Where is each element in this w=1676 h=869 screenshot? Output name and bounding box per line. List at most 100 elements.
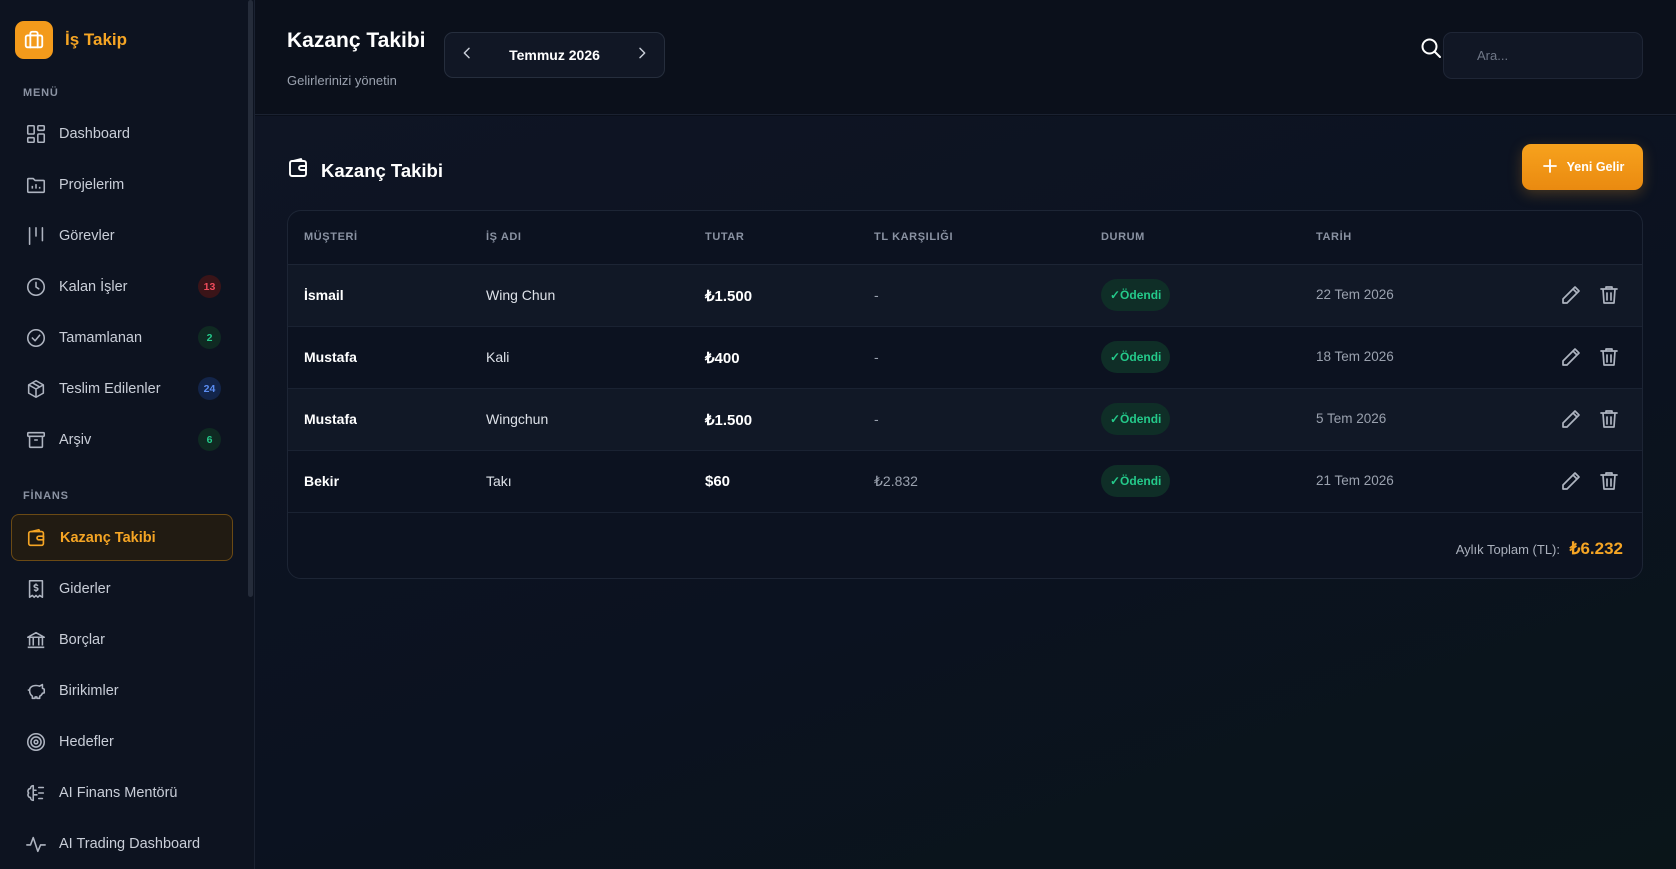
table-header: MÜŞTERİ İŞ ADI TUTAR TL KARŞILIĞI DURUM …	[288, 211, 1642, 265]
sidebar-item-projects[interactable]: Projelerim	[11, 161, 233, 208]
amount-cell: ₺400	[705, 350, 740, 367]
tl-cell: -	[874, 287, 879, 303]
sidebar-item-label: AI Trading Dashboard	[59, 835, 201, 852]
job-cell: Takı	[486, 473, 512, 489]
date-cell: 22 Tem 2026	[1316, 287, 1394, 302]
sidebar-item-expenses[interactable]: Giderler	[11, 565, 233, 612]
briefcase-icon	[15, 21, 53, 59]
brain-icon	[24, 781, 48, 805]
trash-icon[interactable]	[1596, 282, 1622, 308]
sidebar-item-label: Projelerim	[59, 176, 125, 193]
sidebar-item-label: Hedefler	[59, 733, 114, 750]
folder-chart-icon	[24, 173, 48, 197]
table-row: İsmail Wing Chun ₺1.500 - ✓Ödendi 22 Tem…	[288, 265, 1642, 327]
column-header-amount: TUTAR	[705, 231, 745, 243]
sidebar-item-label: Kalan İşler	[59, 278, 128, 295]
column-header-status: DURUM	[1101, 231, 1145, 243]
completed-count-badge: 2	[198, 326, 221, 349]
section-header: Kazanç Takibi	[287, 156, 443, 185]
chevron-right-icon[interactable]	[634, 45, 650, 66]
trash-icon[interactable]	[1596, 344, 1622, 370]
column-header-tl: TL KARŞILIĞI	[874, 231, 954, 243]
sidebar-item-goals[interactable]: Hedefler	[11, 718, 233, 765]
activity-icon	[24, 832, 48, 856]
edit-icon[interactable]	[1558, 406, 1584, 432]
sidebar-item-debts[interactable]: Borçlar	[11, 616, 233, 663]
piggy-bank-icon	[24, 679, 48, 703]
edit-icon[interactable]	[1558, 344, 1584, 370]
search-input[interactable]	[1443, 32, 1643, 79]
sidebar-item-label: Görevler	[59, 227, 115, 244]
status-badge: ✓Ödendi	[1101, 403, 1171, 435]
brand[interactable]: İş Takip	[15, 21, 127, 59]
date-cell: 5 Tem 2026	[1316, 411, 1387, 426]
archive-icon	[24, 428, 48, 452]
wallet-icon	[25, 526, 49, 550]
sidebar-item-delivered[interactable]: Teslim Edilenler 24	[11, 365, 233, 412]
sidebar-item-label: Giderler	[59, 580, 111, 597]
trash-icon[interactable]	[1596, 406, 1622, 432]
customer-cell: Bekir	[304, 473, 340, 489]
sidebar-item-earnings[interactable]: Kazanç Takibi	[11, 514, 233, 561]
date-cell: 18 Tem 2026	[1316, 349, 1394, 364]
bank-icon	[24, 628, 48, 652]
search-icon[interactable]	[1419, 36, 1443, 65]
tl-cell: -	[874, 411, 879, 427]
job-cell: Wingchun	[486, 411, 549, 427]
amount-cell: $60	[705, 473, 731, 490]
top-header: Kazanç Takibi Gelirlerinizi yönetin Temm…	[255, 0, 1676, 115]
section-title: Kazanç Takibi	[321, 159, 444, 181]
amount-cell: ₺1.500	[705, 288, 753, 305]
sidebar-item-tasks[interactable]: Görevler	[11, 212, 233, 259]
status-badge: ✓Ödendi	[1101, 279, 1171, 311]
plus-icon	[1541, 157, 1559, 178]
sidebar-item-label: Teslim Edilenler	[59, 380, 161, 397]
sidebar-item-ai-mentor[interactable]: AI Finans Mentörü	[11, 769, 233, 816]
job-cell: Wing Chun	[486, 287, 556, 303]
sidebar-item-label: Kazanç Takibi	[60, 529, 156, 546]
column-header-customer: MÜŞTERİ	[304, 231, 358, 243]
sidebar: İş Takip MENÜ Dashboard Projelerim Görev…	[0, 0, 255, 869]
income-table: MÜŞTERİ İŞ ADI TUTAR TL KARŞILIĞI DURUM …	[287, 210, 1643, 579]
page-title: Kazanç Takibi	[287, 29, 426, 52]
customer-cell: Mustafa	[304, 411, 357, 427]
archive-count-badge: 6	[198, 428, 221, 451]
package-icon	[24, 377, 48, 401]
tl-cell: ₺2.832	[874, 473, 918, 489]
sidebar-item-ai-trading[interactable]: AI Trading Dashboard	[11, 820, 233, 867]
monthly-total-value: ₺6.232	[1569, 539, 1623, 558]
dashboard-icon	[24, 122, 48, 146]
date-cell: 21 Tem 2026	[1316, 473, 1394, 488]
sidebar-item-label: Birikimler	[59, 682, 119, 699]
chevron-left-icon[interactable]	[459, 45, 475, 66]
edit-icon[interactable]	[1558, 282, 1584, 308]
customer-cell: İsmail	[304, 287, 344, 303]
sidebar-scrollbar[interactable]	[248, 0, 253, 597]
column-header-date: TARİH	[1316, 231, 1352, 243]
remaining-count-badge: 13	[198, 275, 221, 298]
amount-cell: ₺1.500	[705, 412, 753, 429]
job-cell: Kali	[486, 349, 510, 365]
finance-section-label: FİNANS	[23, 490, 69, 502]
table-row: Mustafa Wingchun ₺1.500 - ✓Ödendi 5 Tem …	[288, 389, 1642, 451]
table-row: Bekir Takı $60 ₺2.832 ✓Ödendi 21 Tem 202…	[288, 451, 1642, 513]
trash-icon[interactable]	[1596, 468, 1622, 494]
sidebar-item-archive[interactable]: Arşiv 6	[11, 416, 233, 463]
edit-icon[interactable]	[1558, 468, 1584, 494]
sidebar-item-remaining[interactable]: Kalan İşler 13	[11, 263, 233, 310]
menu-section-label: MENÜ	[23, 87, 59, 99]
status-badge: ✓Ödendi	[1101, 341, 1171, 373]
check-circle-icon	[24, 326, 48, 350]
main-content: Kazanç Takibi Yeni Gelir MÜŞTERİ İŞ ADI …	[255, 116, 1676, 869]
sidebar-item-completed[interactable]: Tamamlanan 2	[11, 314, 233, 361]
target-icon	[24, 730, 48, 754]
sidebar-item-savings[interactable]: Birikimler	[11, 667, 233, 714]
customer-cell: Mustafa	[304, 349, 357, 365]
sidebar-item-dashboard[interactable]: Dashboard	[11, 110, 233, 157]
brand-name: İş Takip	[65, 30, 128, 49]
sidebar-item-label: Borçlar	[59, 631, 105, 648]
monthly-total-label: Aylık Toplam (TL):	[1455, 542, 1560, 557]
current-month: Temmuz 2026	[509, 47, 600, 63]
new-income-button[interactable]: Yeni Gelir	[1522, 144, 1643, 190]
month-selector: Temmuz 2026	[444, 32, 665, 78]
